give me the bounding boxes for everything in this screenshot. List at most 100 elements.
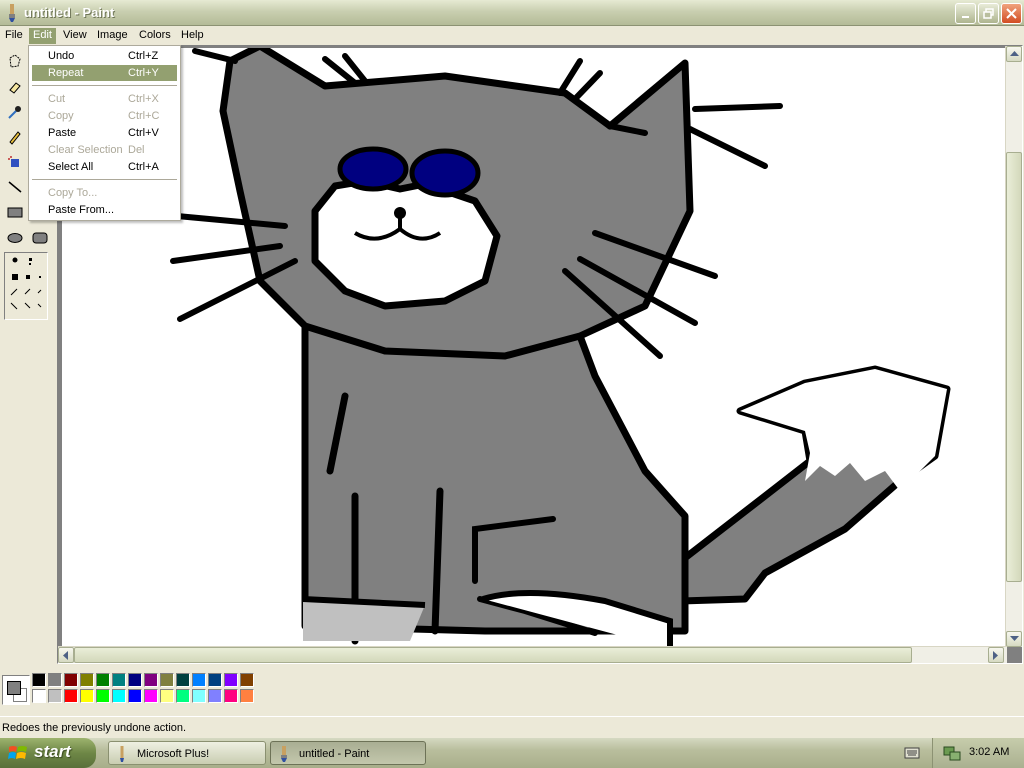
palette-color-swatch[interactable] [160,673,174,687]
menu-help[interactable]: Help [177,28,208,44]
menu-view[interactable]: View [59,28,91,44]
menu-item-shortcut: Ctrl+C [128,110,160,122]
taskbar-item-microsoft-plus[interactable]: Microsoft Plus! [108,741,266,765]
palette-color-swatch[interactable] [160,689,174,703]
palette-color-swatch[interactable] [80,673,94,687]
palette-color-swatch[interactable] [240,689,254,703]
palette-color-swatch[interactable] [240,673,254,687]
palette-color-swatch[interactable] [64,673,78,687]
scroll-up-button[interactable] [1006,46,1022,62]
menu-item-label: Select All [48,161,94,173]
scroll-left-button[interactable] [58,647,74,663]
pencil-icon [8,130,21,145]
horizontal-scroll-thumb[interactable] [74,647,912,663]
menu-item-copy-to[interactable]: Copy To... [32,185,177,201]
tool-options-box[interactable] [4,252,48,320]
menu-item-shortcut: Ctrl+A [128,161,159,173]
menu-edit[interactable]: Edit [29,28,56,44]
menu-item-select-all[interactable]: Select All Ctrl+A [32,159,177,175]
tool-color-picker[interactable] [3,100,26,123]
close-button[interactable] [1001,3,1022,24]
menu-item-shortcut: Ctrl+Y [128,67,159,79]
palette-color-swatch[interactable] [192,673,206,687]
status-bar: Redoes the previously undone action. [0,716,1024,738]
palette-color-swatch[interactable] [80,689,94,703]
microsoft-plus-icon [120,746,124,762]
scroll-left-icon [63,650,68,660]
close-icon [1006,8,1017,19]
rectangle-icon [7,207,22,217]
tool-ellipse[interactable] [3,226,26,249]
clock[interactable]: 3:02 AM [969,746,1009,758]
maximize-button[interactable] [978,3,999,24]
drawing-canvas[interactable] [62,48,1005,649]
menu-item-label: Paste [48,127,77,139]
paint-app-icon [281,746,287,762]
menu-item-shortcut: Del [128,144,145,156]
menu-item-label: Repeat [48,67,84,79]
window-title: untitled - Paint [24,5,115,20]
menu-item-label: Paste From... [48,204,115,216]
network-icon[interactable] [943,745,961,761]
minimize-button[interactable] [955,3,976,24]
palette-color-swatch[interactable] [48,689,62,703]
menu-item-repeat[interactable]: Repeat Ctrl+Y [32,65,177,81]
tool-free-form-select[interactable] [3,50,26,73]
palette-color-swatch[interactable] [112,689,126,703]
palette-color-swatch[interactable] [128,673,142,687]
keyboard-icon[interactable] [904,746,920,760]
palette-color-swatch[interactable] [208,689,222,703]
scroll-up-icon [1009,51,1019,56]
palette-color-swatch[interactable] [224,673,238,687]
palette-color-swatch[interactable] [96,689,110,703]
tool-rounded-rectangle[interactable] [28,226,51,249]
horizontal-scrollbar[interactable] [58,646,1007,663]
menu-item-undo[interactable]: Undo Ctrl+Z [32,48,177,64]
palette-color-swatch[interactable] [224,689,238,703]
edit-menu-dropdown: Undo Ctrl+Z Repeat Ctrl+Y Cut Ctrl+X Cop… [28,45,181,221]
menu-item-copy[interactable]: Copy Ctrl+C [32,108,177,124]
scroll-right-icon [993,650,998,660]
tool-airbrush[interactable] [3,149,26,172]
menu-item-paste[interactable]: Paste Ctrl+V [32,125,177,141]
tool-rectangle[interactable] [3,200,26,223]
menu-image[interactable]: Image [93,28,132,44]
line-icon [8,180,21,193]
status-text: Redoes the previously undone action. [2,722,187,734]
vertical-scrollbar[interactable] [1005,46,1022,647]
palette-color-swatch[interactable] [32,673,46,687]
palette-color-swatch[interactable] [176,689,190,703]
menu-item-clear-selection[interactable]: Clear Selection Del [32,142,177,158]
canvas-area[interactable] [57,45,1023,664]
title-bar[interactable]: untitled - Paint [0,0,1024,26]
scroll-right-button[interactable] [988,647,1004,663]
menu-item-cut[interactable]: Cut Ctrl+X [32,91,177,107]
menu-colors[interactable]: Colors [135,28,175,44]
scroll-down-button[interactable] [1006,631,1022,647]
palette-color-swatch[interactable] [144,689,158,703]
palette-color-swatch[interactable] [176,673,190,687]
palette-color-swatch[interactable] [144,673,158,687]
vertical-scroll-thumb[interactable] [1006,152,1022,582]
palette-color-swatch[interactable] [32,689,46,703]
palette-color-swatch[interactable] [48,673,62,687]
start-button[interactable]: start [0,738,96,768]
tool-line[interactable] [3,175,26,198]
palette-color-swatch[interactable] [64,689,78,703]
menu-item-label: Copy [48,110,74,122]
palette-color-swatch[interactable] [96,673,110,687]
taskbar-item-paint[interactable]: untitled - Paint [270,741,426,765]
palette-color-swatch[interactable] [112,673,126,687]
palette-color-swatch[interactable] [192,689,206,703]
current-colors[interactable] [2,675,30,705]
palette-color-swatch[interactable] [128,689,142,703]
menu-bar: File Edit View Image Colors Help [0,26,1024,45]
palette-color-swatch[interactable] [208,673,222,687]
system-tray: 3:02 AM [932,738,1024,768]
menu-file[interactable]: File [1,28,27,44]
tool-eraser[interactable] [3,75,26,98]
tool-pencil[interactable] [3,125,26,148]
paint-app-icon [9,4,15,22]
menu-separator [32,85,177,86]
menu-item-paste-from[interactable]: Paste From... [32,202,177,218]
